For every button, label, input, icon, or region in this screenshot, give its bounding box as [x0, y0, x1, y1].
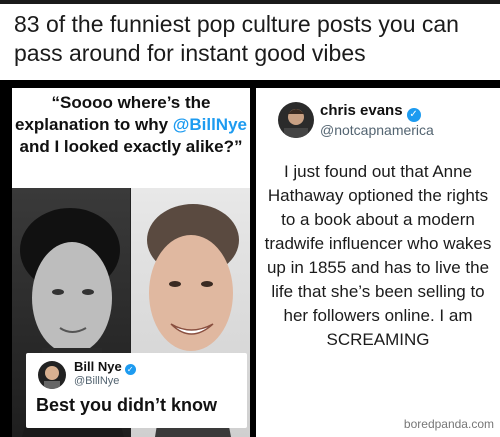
bill-nye-tweet-card[interactable]: Bill Nye ✓ @BillNye Best you didn’t know	[26, 353, 247, 428]
meme-image: “Soooo where’s the explanation to why @B…	[0, 80, 500, 437]
card-handle: @BillNye	[74, 375, 120, 387]
author-name-text: chris evans	[320, 102, 403, 119]
card-text: Best you didn’t know	[36, 395, 218, 415]
quote-after: and I looked exactly alike?”	[19, 137, 243, 156]
card-name-text: Bill Nye	[74, 359, 122, 374]
card-name: Bill Nye ✓	[74, 359, 136, 375]
verified-badge-icon: ✓	[124, 364, 136, 375]
left-panel: “Soooo where’s the explanation to why @B…	[12, 88, 250, 437]
page-headline: 83 of the funniest pop culture posts you…	[14, 11, 459, 66]
tweet-author-name: chris evans ✓	[320, 102, 421, 122]
tweet-author-handle: @notcapnamerica	[320, 122, 434, 138]
right-panel: chris evans ✓ @notcapnamerica I just foun…	[256, 88, 500, 437]
bill-nye-avatar	[38, 361, 66, 389]
verified-badge-icon: ✓	[406, 108, 421, 122]
top-strip	[0, 0, 500, 4]
mention-link[interactable]: @BillNye	[173, 115, 247, 134]
quote-text: “Soooo where’s the explanation to why @B…	[12, 92, 250, 158]
tweet-body: I just found out that Anne Hathaway opti…	[264, 162, 492, 349]
watermark: boredpanda.com	[403, 417, 494, 431]
chris-evans-avatar	[278, 102, 314, 138]
